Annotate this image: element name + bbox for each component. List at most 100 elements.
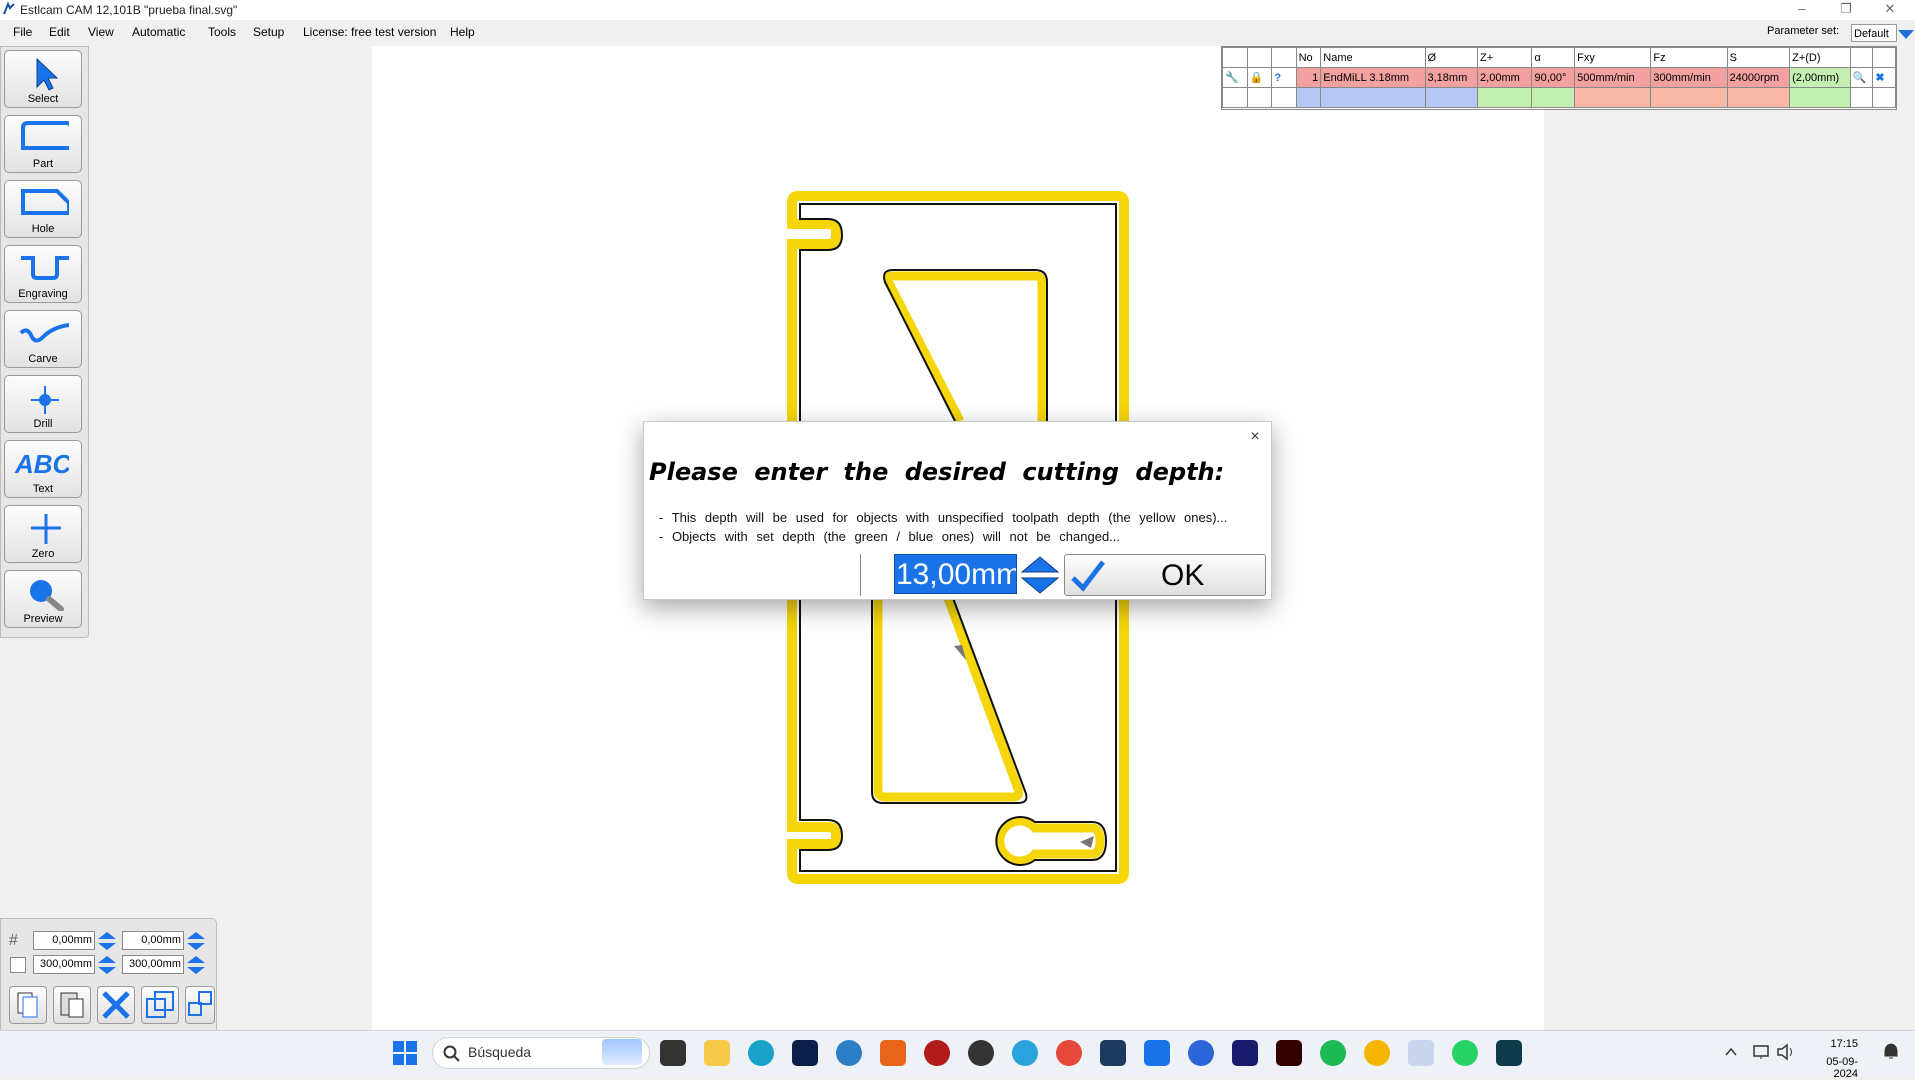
tool-zd[interactable]: (2,00mm) xyxy=(1789,67,1851,88)
table-header-fxy[interactable]: Fxy xyxy=(1574,47,1652,68)
delete-button[interactable] xyxy=(97,986,135,1024)
spotify-icon[interactable] xyxy=(1320,1040,1346,1066)
cinema4d-icon[interactable] xyxy=(1232,1040,1258,1066)
empty-cell[interactable] xyxy=(1320,87,1426,108)
restore-button[interactable]: ❐ xyxy=(1824,0,1868,20)
whatsapp-icon[interactable] xyxy=(1452,1040,1478,1066)
lower-hole-toolpath[interactable] xyxy=(873,596,1024,802)
empty-cell[interactable] xyxy=(1424,87,1479,108)
tool-zstep[interactable]: 2,00mm xyxy=(1477,67,1533,88)
minimize-button[interactable]: – xyxy=(1780,0,1824,20)
menu-view[interactable]: View xyxy=(88,25,114,39)
app-icon-3[interactable] xyxy=(1144,1040,1170,1066)
table-header-spindle[interactable]: S xyxy=(1726,47,1791,68)
illustrator-icon[interactable] xyxy=(1276,1040,1302,1066)
size-x-spinner-icon[interactable] xyxy=(97,955,117,975)
telegram-icon[interactable] xyxy=(1012,1040,1038,1066)
table-header-angle[interactable]: α xyxy=(1531,47,1576,68)
tool-name[interactable]: EndMiLL 3.18mm xyxy=(1320,67,1426,88)
empty-cell[interactable] xyxy=(1789,87,1851,108)
tool-fz[interactable]: 300mm/min xyxy=(1650,67,1728,88)
search-icon[interactable]: 🔍 xyxy=(1849,67,1874,88)
notification-bell-icon[interactable] xyxy=(1882,1042,1900,1062)
volume-icon[interactable] xyxy=(1776,1043,1796,1061)
carve-tool-button[interactable]: Carve xyxy=(4,310,82,368)
chrome-icon[interactable] xyxy=(1056,1040,1082,1066)
clock-date[interactable]: 05-09-2024 xyxy=(1808,1056,1858,1080)
close-icon[interactable]: × xyxy=(1244,426,1266,448)
zero-tool-button[interactable]: Zero xyxy=(4,505,82,563)
fusion-icon[interactable] xyxy=(880,1040,906,1066)
grid-y-spinner-icon[interactable] xyxy=(186,931,206,951)
grid-x-input[interactable]: 0,00mm xyxy=(33,931,95,950)
table-header-zstep[interactable]: Z+ xyxy=(1477,47,1533,68)
app-icon-5[interactable] xyxy=(1496,1040,1522,1066)
estlcam-taskbar-icon[interactable] xyxy=(1408,1040,1434,1066)
tool-number[interactable]: 1 xyxy=(1295,67,1322,88)
menu-help[interactable]: Help xyxy=(450,25,475,39)
empty-cell[interactable] xyxy=(1650,87,1728,108)
depth-input[interactable]: 13,00mm xyxy=(894,554,1017,594)
paste-button[interactable] xyxy=(53,986,91,1024)
size-y-spinner-icon[interactable] xyxy=(186,955,206,975)
task-view-icon[interactable] xyxy=(660,1040,686,1066)
part-tool-button[interactable]: Part xyxy=(4,115,82,173)
clock-time[interactable]: 17:15 xyxy=(1808,1038,1858,1050)
delete-icon[interactable]: ✖ xyxy=(1872,67,1896,88)
copy-button[interactable] xyxy=(9,986,47,1024)
table-header-diameter[interactable]: Ø xyxy=(1424,47,1479,68)
upper-hole-toolpath[interactable] xyxy=(883,271,1047,424)
grid-y-input[interactable]: 0,00mm xyxy=(122,931,184,950)
grid-x-spinner-icon[interactable] xyxy=(97,931,117,951)
table-header-fz[interactable]: Fz xyxy=(1650,47,1728,68)
empty-cell[interactable] xyxy=(1726,87,1791,108)
menu-edit[interactable]: Edit xyxy=(49,25,70,39)
obs-icon[interactable] xyxy=(968,1040,994,1066)
app-icon-4[interactable] xyxy=(1188,1040,1214,1066)
lock-icon[interactable]: 🔒 xyxy=(1246,67,1273,88)
hole-tool-button[interactable]: Hole xyxy=(4,180,82,238)
arrange-button[interactable] xyxy=(185,986,215,1024)
ok-button[interactable]: OK xyxy=(1064,554,1266,596)
empty-cell[interactable] xyxy=(1531,87,1576,108)
autocad-icon[interactable] xyxy=(924,1040,950,1066)
empty-cell[interactable] xyxy=(1574,87,1652,108)
preview-tool-button[interactable]: Preview xyxy=(4,570,82,628)
empty-cell[interactable] xyxy=(1477,87,1533,108)
windows-start-icon[interactable] xyxy=(393,1041,417,1065)
menu-setup[interactable]: Setup xyxy=(253,25,284,39)
select-tool-button[interactable]: Select xyxy=(4,50,82,108)
tool-spindle[interactable]: 24000rpm xyxy=(1726,67,1791,88)
table-header-name[interactable]: Name xyxy=(1320,47,1426,68)
table-header-zd[interactable]: Z+(D) xyxy=(1789,47,1851,68)
menu-automatic[interactable]: Automatic xyxy=(132,25,185,39)
parameter-set-select[interactable]: Default xyxy=(1851,24,1897,42)
depth-spinner-icon[interactable] xyxy=(1020,555,1060,595)
chrome-profile-icon[interactable] xyxy=(1364,1040,1390,1066)
tool-diameter[interactable]: 3,18mm xyxy=(1424,67,1479,88)
chevron-down-icon[interactable] xyxy=(1898,30,1914,39)
drill-tool-button[interactable]: Drill xyxy=(4,375,82,433)
network-icon[interactable] xyxy=(1752,1043,1772,1061)
table-header-no[interactable]: No xyxy=(1295,47,1322,68)
app-icon-1[interactable] xyxy=(748,1040,774,1066)
menu-tools[interactable]: Tools xyxy=(208,25,236,39)
chevron-up-icon[interactable] xyxy=(1724,1045,1738,1059)
tool-table[interactable]: No Name Ø Z+ α Fxy Fz S Z+(D) 🔧 🔒 ? 1 En… xyxy=(1221,46,1897,110)
wrench-icon[interactable]: 🔧 xyxy=(1222,67,1248,88)
size-x-input[interactable]: 300,00mm xyxy=(33,955,95,974)
size-y-input[interactable]: 300,00mm xyxy=(122,955,184,974)
menu-license[interactable]: License: free test version xyxy=(303,25,436,39)
close-window-button[interactable]: ✕ xyxy=(1868,0,1912,20)
menu-file[interactable]: File xyxy=(13,25,32,39)
photoshop-icon[interactable] xyxy=(792,1040,818,1066)
tool-fxy[interactable]: 500mm/min xyxy=(1574,67,1652,88)
engraving-tool-button[interactable]: Engraving xyxy=(4,245,82,303)
help-icon[interactable]: ? xyxy=(1271,67,1297,88)
tool-angle[interactable]: 90,00° xyxy=(1531,67,1576,88)
text-tool-button[interactable]: ABC Text xyxy=(4,440,82,498)
sketchup-icon[interactable] xyxy=(836,1040,862,1066)
app-icon-2[interactable] xyxy=(1100,1040,1126,1066)
empty-cell[interactable] xyxy=(1295,87,1322,108)
scale-button[interactable] xyxy=(141,986,179,1024)
